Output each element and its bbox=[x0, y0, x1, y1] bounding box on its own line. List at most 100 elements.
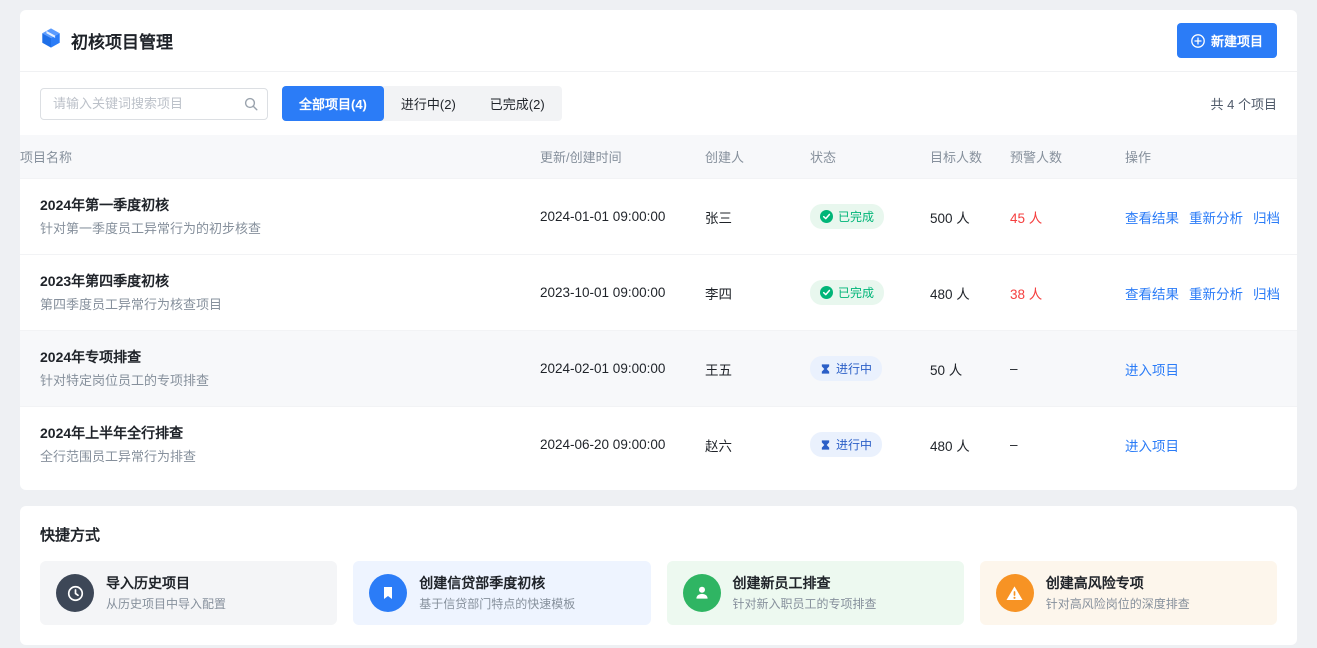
project-name: 2023年第四季度初核 bbox=[40, 271, 540, 291]
project-name-cell: 2024年上半年全行排查 全行范围员工异常行为排查 bbox=[20, 423, 540, 466]
shortcut-title: 导入历史项目 bbox=[106, 574, 226, 592]
check-circle-icon bbox=[820, 286, 833, 299]
archive-link[interactable]: 归档 bbox=[1253, 283, 1280, 303]
project-status-cell: 已完成 bbox=[810, 280, 930, 305]
status-badge: 已完成 bbox=[810, 280, 884, 305]
table-row: 2024年专项排查 针对特定岗位员工的专项排查 2024-02-01 09:00… bbox=[20, 330, 1297, 406]
reanalyze-link[interactable]: 重新分析 bbox=[1189, 283, 1243, 303]
view-results-link[interactable]: 查看结果 bbox=[1125, 283, 1179, 303]
project-warning: – bbox=[1010, 437, 1125, 452]
cube-logo-icon bbox=[40, 27, 62, 54]
project-time: 2024-01-01 09:00:00 bbox=[540, 209, 705, 224]
project-target: 500 人 bbox=[930, 207, 1010, 227]
archive-link[interactable]: 归档 bbox=[1253, 207, 1280, 227]
project-target: 480 人 bbox=[930, 435, 1010, 455]
total-count-text: 共 4 个项目 bbox=[1211, 94, 1277, 113]
project-creator: 张三 bbox=[705, 207, 810, 227]
project-desc: 全行范围员工异常行为排查 bbox=[40, 448, 540, 466]
project-name-cell: 2024年专项排查 针对特定岗位员工的专项排查 bbox=[20, 347, 540, 390]
tab-completed[interactable]: 已完成(2) bbox=[473, 86, 562, 121]
shortcut-desc: 基于信贷部门特点的快速模板 bbox=[419, 596, 575, 612]
search-box bbox=[40, 88, 268, 120]
status-label: 进行中 bbox=[836, 436, 872, 453]
shortcut-credit-quarterly[interactable]: 创建信贷部季度初核 基于信贷部门特点的快速模板 bbox=[353, 561, 650, 625]
shortcut-new-employee[interactable]: 创建新员工排查 针对新入职员工的专项排查 bbox=[667, 561, 964, 625]
enter-project-link[interactable]: 进入项目 bbox=[1125, 435, 1179, 455]
user-icon bbox=[683, 574, 721, 612]
project-warning: 38 人 bbox=[1010, 283, 1125, 303]
shortcut-title: 创建新员工排查 bbox=[733, 574, 877, 592]
check-circle-icon bbox=[820, 210, 833, 223]
project-desc: 针对第一季度员工异常行为的初步核查 bbox=[40, 220, 540, 238]
project-time: 2024-02-01 09:00:00 bbox=[540, 361, 705, 376]
project-warning: – bbox=[1010, 361, 1125, 376]
shortcuts-card: 快捷方式 导入历史项目 从历史项目中导入配置 bbox=[20, 506, 1297, 645]
col-creator: 创建人 bbox=[705, 135, 810, 178]
project-warning: 45 人 bbox=[1010, 207, 1125, 227]
project-desc: 针对特定岗位员工的专项排查 bbox=[40, 372, 540, 390]
table-row: 2024年第一季度初核 针对第一季度员工异常行为的初步核查 2024-01-01… bbox=[20, 178, 1297, 254]
shortcut-title: 创建信贷部季度初核 bbox=[419, 574, 575, 592]
project-creator: 李四 bbox=[705, 283, 810, 303]
table-row: 2023年第四季度初核 第四季度员工异常行为核查项目 2023-10-01 09… bbox=[20, 254, 1297, 330]
project-management-card: 初核项目管理 新建项目 bbox=[20, 10, 1297, 490]
project-actions: 查看结果 重新分析 归档 bbox=[1125, 207, 1297, 227]
project-status-cell: 已完成 bbox=[810, 204, 930, 229]
toolbar: 全部项目(4) 进行中(2) 已完成(2) 共 4 个项目 bbox=[20, 72, 1297, 135]
hourglass-icon bbox=[820, 439, 831, 451]
shortcut-desc: 针对高风险岗位的深度排查 bbox=[1046, 596, 1190, 612]
status-label: 进行中 bbox=[836, 360, 872, 377]
shortcut-high-risk[interactable]: 创建高风险专项 针对高风险岗位的深度排查 bbox=[980, 561, 1277, 625]
filter-tabs: 全部项目(4) 进行中(2) 已完成(2) bbox=[282, 86, 562, 121]
status-label: 已完成 bbox=[838, 208, 874, 225]
tab-all-projects[interactable]: 全部项目(4) bbox=[282, 86, 384, 121]
page-title: 初核项目管理 bbox=[71, 28, 173, 53]
tab-in-progress[interactable]: 进行中(2) bbox=[384, 86, 473, 121]
project-name: 2024年第一季度初核 bbox=[40, 195, 540, 215]
search-icon[interactable] bbox=[244, 97, 258, 116]
col-project-name: 项目名称 bbox=[20, 135, 540, 178]
bookmark-icon bbox=[369, 574, 407, 612]
view-results-link[interactable]: 查看结果 bbox=[1125, 207, 1179, 227]
project-name: 2024年上半年全行排查 bbox=[40, 423, 540, 443]
col-warning: 预警人数 bbox=[1010, 135, 1125, 178]
project-actions: 查看结果 重新分析 归档 bbox=[1125, 283, 1297, 303]
status-label: 已完成 bbox=[838, 284, 874, 301]
shortcut-desc: 针对新入职员工的专项排查 bbox=[733, 596, 877, 612]
hourglass-icon bbox=[820, 363, 831, 375]
project-creator: 王五 bbox=[705, 359, 810, 379]
status-badge: 进行中 bbox=[810, 432, 882, 457]
project-status-cell: 进行中 bbox=[810, 432, 930, 457]
project-target: 50 人 bbox=[930, 359, 1010, 379]
project-time: 2024-06-20 09:00:00 bbox=[540, 437, 705, 452]
shortcuts-row: 导入历史项目 从历史项目中导入配置 创建信贷部季度初核 基于信贷部门特点的快速模… bbox=[40, 561, 1277, 625]
page-header: 初核项目管理 新建项目 bbox=[20, 10, 1297, 72]
table-row: 2024年上半年全行排查 全行范围员工异常行为排查 2024-06-20 09:… bbox=[20, 406, 1297, 482]
search-input[interactable] bbox=[40, 88, 268, 120]
col-actions: 操作 bbox=[1125, 135, 1297, 178]
shortcut-title: 创建高风险专项 bbox=[1046, 574, 1190, 592]
col-target: 目标人数 bbox=[930, 135, 1010, 178]
project-time: 2023-10-01 09:00:00 bbox=[540, 285, 705, 300]
plus-circle-icon bbox=[1191, 34, 1205, 48]
project-actions: 进入项目 bbox=[1125, 435, 1297, 455]
project-name-cell: 2023年第四季度初核 第四季度员工异常行为核查项目 bbox=[20, 271, 540, 314]
col-status: 状态 bbox=[810, 135, 930, 178]
col-time: 更新/创建时间 bbox=[540, 135, 705, 178]
history-icon bbox=[56, 574, 94, 612]
new-project-label: 新建项目 bbox=[1211, 31, 1263, 50]
enter-project-link[interactable]: 进入项目 bbox=[1125, 359, 1179, 379]
reanalyze-link[interactable]: 重新分析 bbox=[1189, 207, 1243, 227]
project-actions: 进入项目 bbox=[1125, 359, 1297, 379]
warning-icon bbox=[996, 574, 1034, 612]
project-target: 480 人 bbox=[930, 283, 1010, 303]
status-badge: 进行中 bbox=[810, 356, 882, 381]
shortcuts-title: 快捷方式 bbox=[40, 524, 1277, 545]
status-badge: 已完成 bbox=[810, 204, 884, 229]
project-status-cell: 进行中 bbox=[810, 356, 930, 381]
shortcut-import-history[interactable]: 导入历史项目 从历史项目中导入配置 bbox=[40, 561, 337, 625]
project-creator: 赵六 bbox=[705, 435, 810, 455]
new-project-button[interactable]: 新建项目 bbox=[1177, 23, 1277, 58]
project-desc: 第四季度员工异常行为核查项目 bbox=[40, 296, 540, 314]
page: 初核项目管理 新建项目 bbox=[0, 0, 1317, 648]
